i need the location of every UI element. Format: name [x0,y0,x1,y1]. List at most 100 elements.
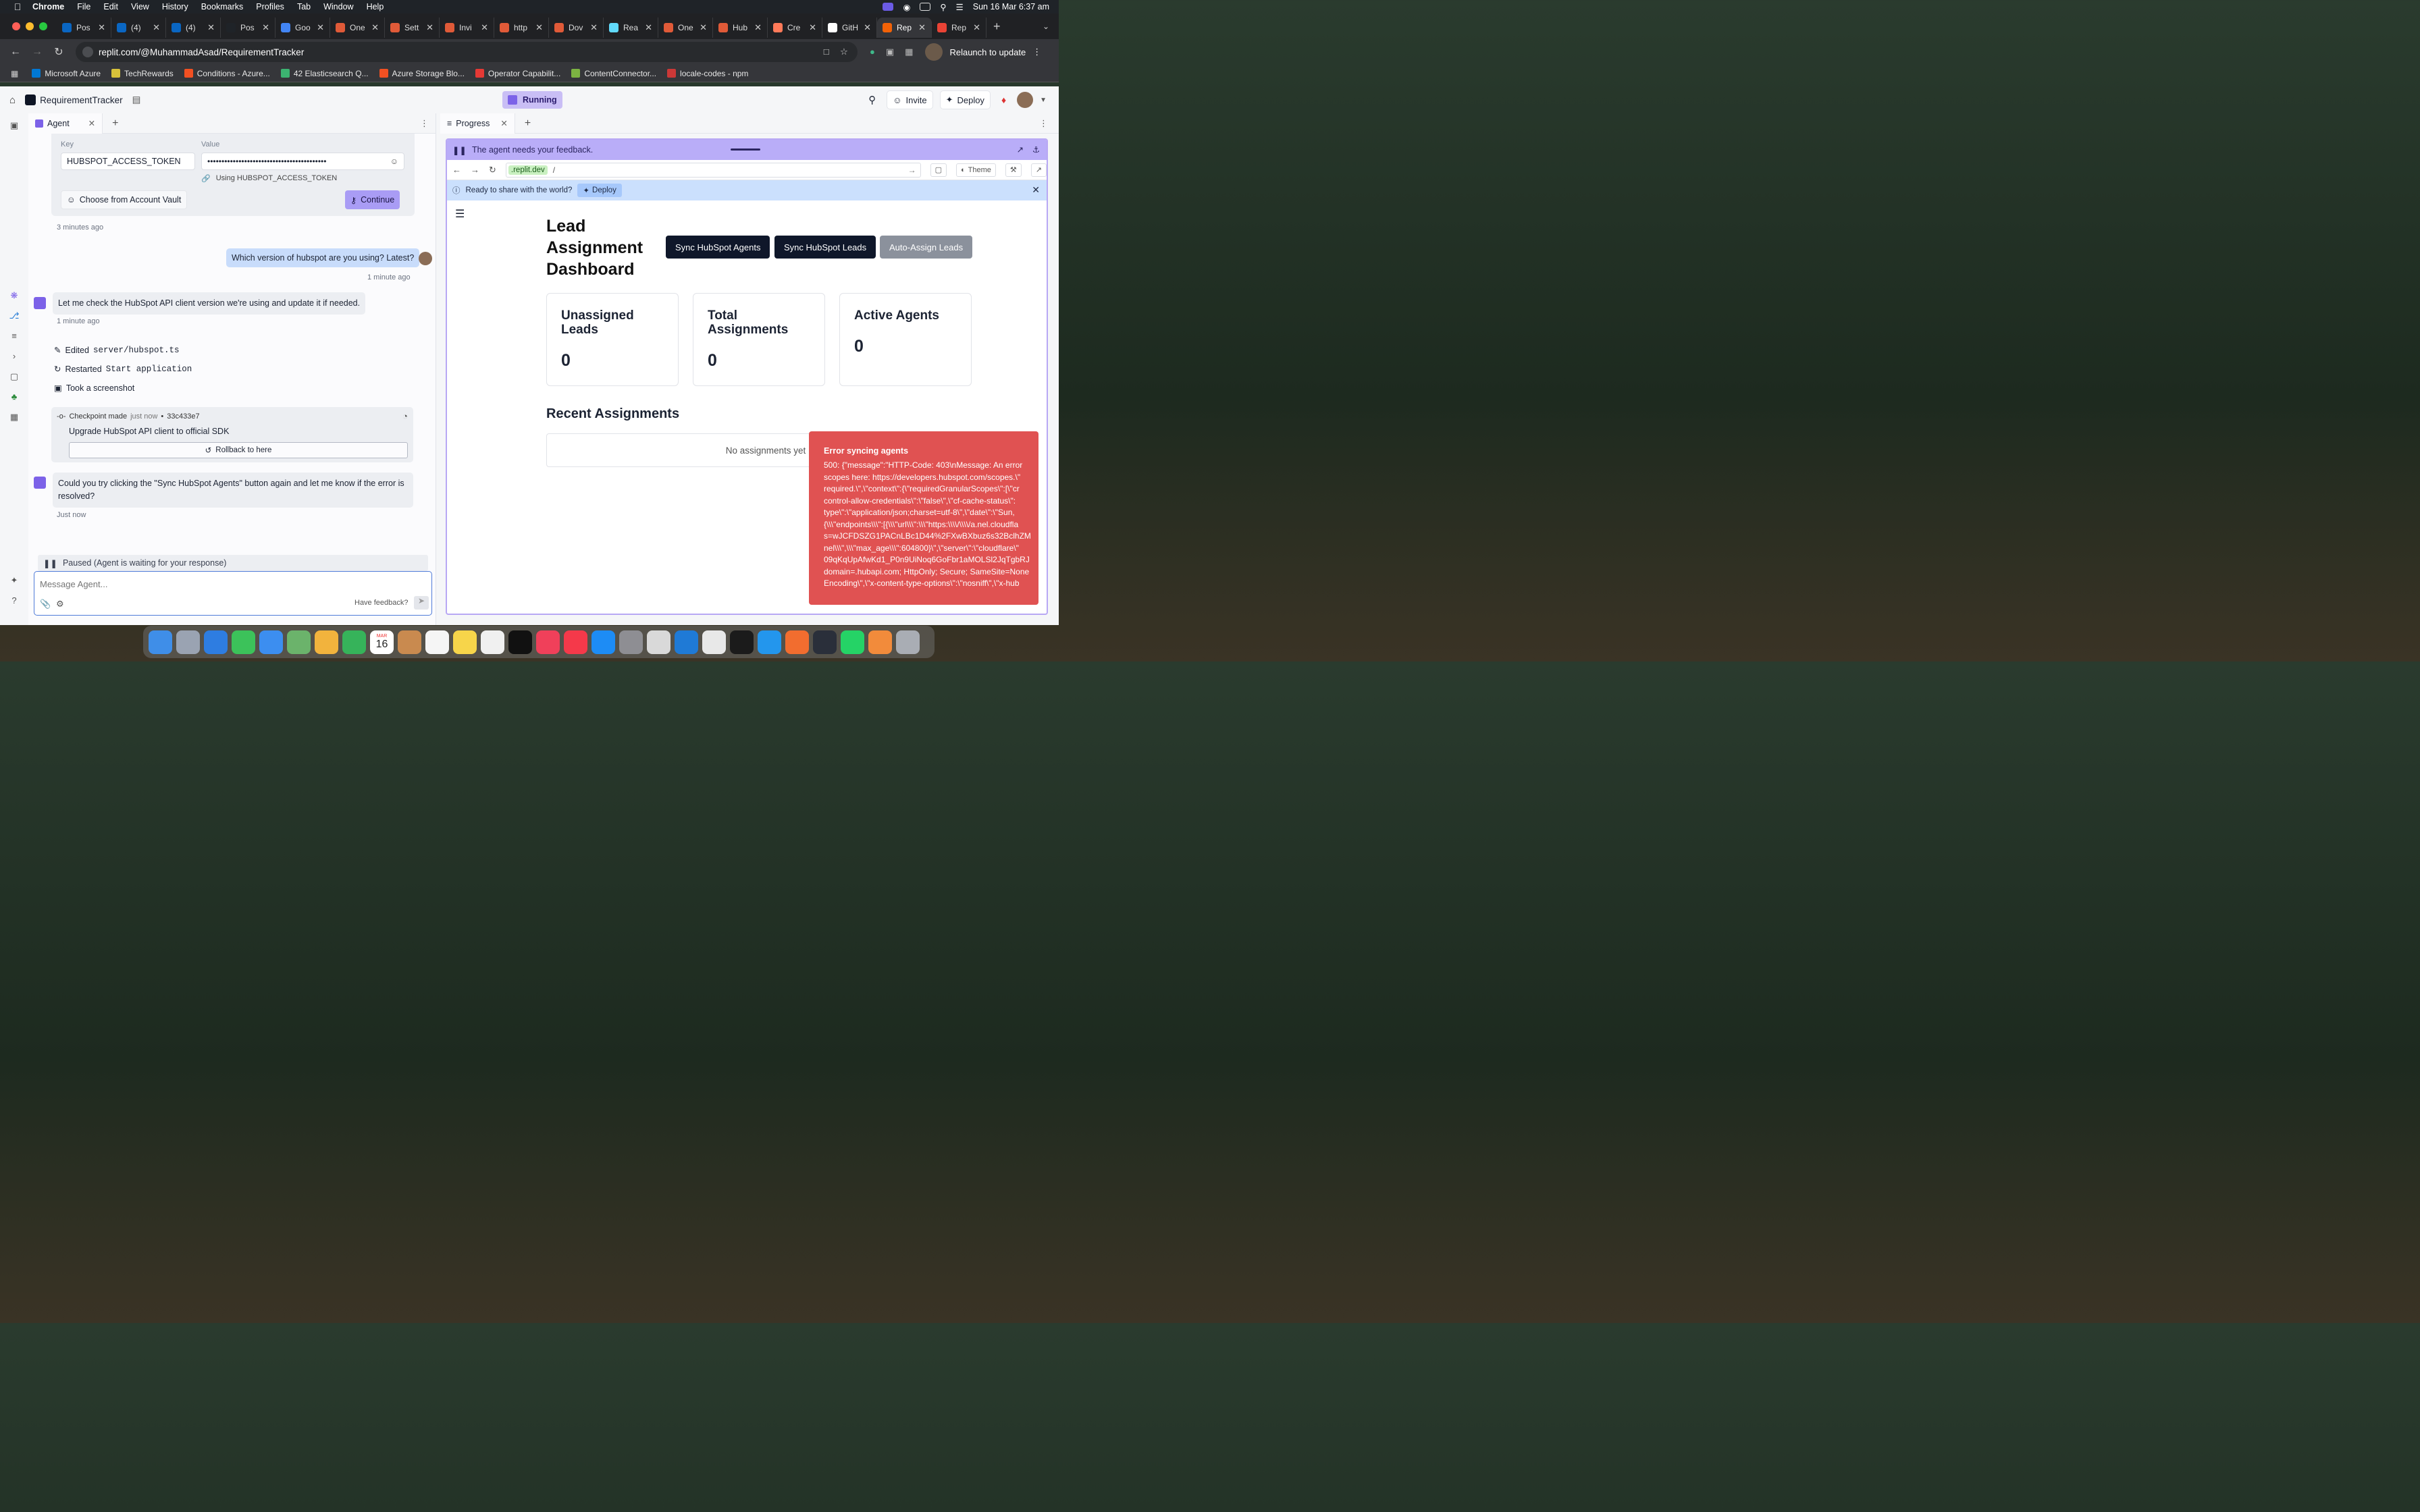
bookmark-item[interactable]: locale-codes - npm [667,69,748,78]
feedback-link[interactable]: Have feedback? [354,599,409,607]
pop-out-icon[interactable]: ↗ [1017,144,1024,155]
postman-icon[interactable] [785,630,809,654]
control-center-icon[interactable]: ☰ [956,2,964,12]
auto-assign-button[interactable]: Auto-Assign Leads [880,236,973,259]
browser-tab[interactable]: Cre ✕ [768,18,822,38]
apple-icon[interactable]:  [12,1,23,12]
reload-icon[interactable]: ↻ [489,165,496,176]
open-new-tab-icon[interactable]: ↗ [1030,163,1047,177]
project-name[interactable]: RequirementTracker ▤ [25,94,140,105]
browser-tab[interactable]: (4) ✕ [166,18,221,38]
close-tab-icon[interactable]: ✕ [754,22,762,33]
finder-icon[interactable] [149,630,172,654]
pane-menu-icon[interactable]: ⋮ [1039,118,1048,129]
system-settings-icon[interactable] [619,630,643,654]
webview-url-input[interactable]: .replit.dev / → [505,162,921,178]
bookmark-star-icon[interactable]: ☆ [840,47,848,57]
vault-user-icon[interactable]: ☺ [390,157,398,166]
browser-tab[interactable]: One ✕ [330,18,385,38]
safari-icon[interactable] [204,630,228,654]
relaunch-to-update-button[interactable]: Relaunch to update ⋮ [925,43,1041,61]
menu-bookmarks[interactable]: Bookmarks [201,2,244,11]
bookmark-item[interactable]: TechRewards [111,69,174,78]
zoom-window-icon[interactable] [39,22,47,30]
close-tab-icon[interactable]: ✕ [317,22,324,33]
forward-icon[interactable]: → [471,165,479,175]
puzzle-icon[interactable]: ▦ [905,47,913,57]
close-tab-icon[interactable]: ✕ [535,22,543,33]
maps-icon[interactable] [287,630,311,654]
notes-icon[interactable] [453,630,477,654]
pin-icon[interactable]: ⚓ [1032,144,1040,155]
close-tab-icon[interactable]: ✕ [481,22,488,33]
browser-tab[interactable]: Rea ✕ [604,18,658,38]
add-tab-icon[interactable]: + [112,117,118,130]
tab-search-icon[interactable]: ⌄ [1043,22,1049,31]
close-window-icon[interactable] [12,22,20,30]
tab-progress[interactable]: ≡ Progress ✕ [440,113,515,134]
preview-app-icon[interactable] [813,630,837,654]
bookmark-item[interactable]: Operator Capabilit... [475,69,560,78]
menu-window[interactable]: Window [323,2,353,11]
camera-extension-icon[interactable]: ▣ [886,47,894,57]
close-tab-icon[interactable]: ✕ [645,22,652,33]
browser-tab[interactable]: Invi ✕ [440,18,494,38]
close-tab-icon[interactable]: ✕ [700,22,707,33]
terminal-icon[interactable] [730,630,754,654]
photos-icon[interactable] [315,630,338,654]
invite-button[interactable]: ☺ Invite [887,90,933,109]
minimize-window-icon[interactable] [26,22,34,30]
all-tools-icon[interactable]: ▦ [7,412,21,425]
contacts-icon[interactable] [398,630,421,654]
close-tab-icon[interactable]: ✕ [98,22,105,33]
close-tab-icon[interactable]: ✕ [973,22,980,33]
sync-agents-button[interactable]: Sync HubSpot Agents [666,236,770,259]
preview-icon[interactable]: ▢ [7,371,21,385]
reminders-icon[interactable] [425,630,449,654]
settings-icon[interactable]: ⚙ [56,599,64,610]
action-edited[interactable]: ✎ Edited server/hubspot.ts [54,345,179,356]
bookmark-item[interactable]: Azure Storage Blo... [379,69,465,78]
search-icon[interactable]: ⚲ [868,94,876,106]
git-icon[interactable]: ⎇ [7,310,21,324]
close-icon[interactable]: ✕ [88,118,95,128]
install-app-icon[interactable]: □ [824,47,829,57]
device-toggle-icon[interactable]: ▢ [930,163,947,177]
menu-profiles[interactable]: Profiles [256,2,284,11]
chevron-down-icon[interactable]: ▼ [1040,97,1047,104]
add-tab-icon[interactable]: + [525,117,531,130]
deploy-button[interactable]: ✦ Deploy [577,184,622,197]
help-icon[interactable]: ? [7,595,21,609]
battery-icon[interactable] [920,3,931,11]
docker-icon[interactable] [758,630,781,654]
mail-icon[interactable] [259,630,283,654]
browser-tab[interactable]: GitH ✕ [822,18,877,38]
rollback-button[interactable]: ↺ Rollback to here [69,442,408,458]
progress-tool-icon[interactable]: ≡ [7,331,21,344]
back-icon[interactable]: ← [9,46,22,58]
browser-tab[interactable]: (4) ✕ [111,18,166,38]
secret-key-field[interactable]: HUBSPOT_ACCESS_TOKEN [61,153,195,170]
apps-grid-icon[interactable]: ▦ [11,69,18,78]
tv-icon[interactable] [508,630,532,654]
close-tab-icon[interactable]: ✕ [590,22,598,33]
clock[interactable]: Sun 16 Mar 6:37 am [973,2,1049,11]
search-icon[interactable]: ⚲ [940,2,946,12]
shell-icon[interactable]: › [7,351,21,364]
textedit-icon[interactable] [647,630,670,654]
close-tab-icon[interactable]: ✕ [426,22,433,33]
send-icon[interactable]: ➤ [414,596,429,610]
choose-vault-button[interactable]: ☺ Choose from Account Vault [61,190,188,209]
vscode-icon[interactable] [675,630,698,654]
secret-value-field[interactable]: ••••••••••••••••••••••••••••••••••••••••… [201,153,404,170]
notifications-icon[interactable]: ♦ [1001,94,1006,105]
file-tree-icon[interactable]: ▣ [7,120,21,134]
messages-icon[interactable] [232,630,255,654]
bookmark-item[interactable]: 42 Elasticsearch Q... [280,69,369,78]
speedometer-icon[interactable]: ◔ [402,411,408,421]
browser-tab[interactable]: Dov ✕ [549,18,604,38]
go-icon[interactable]: → [908,165,916,175]
sync-leads-button[interactable]: Sync HubSpot Leads [774,236,876,259]
music-icon[interactable] [536,630,560,654]
extension-icon[interactable]: ● [870,47,875,57]
